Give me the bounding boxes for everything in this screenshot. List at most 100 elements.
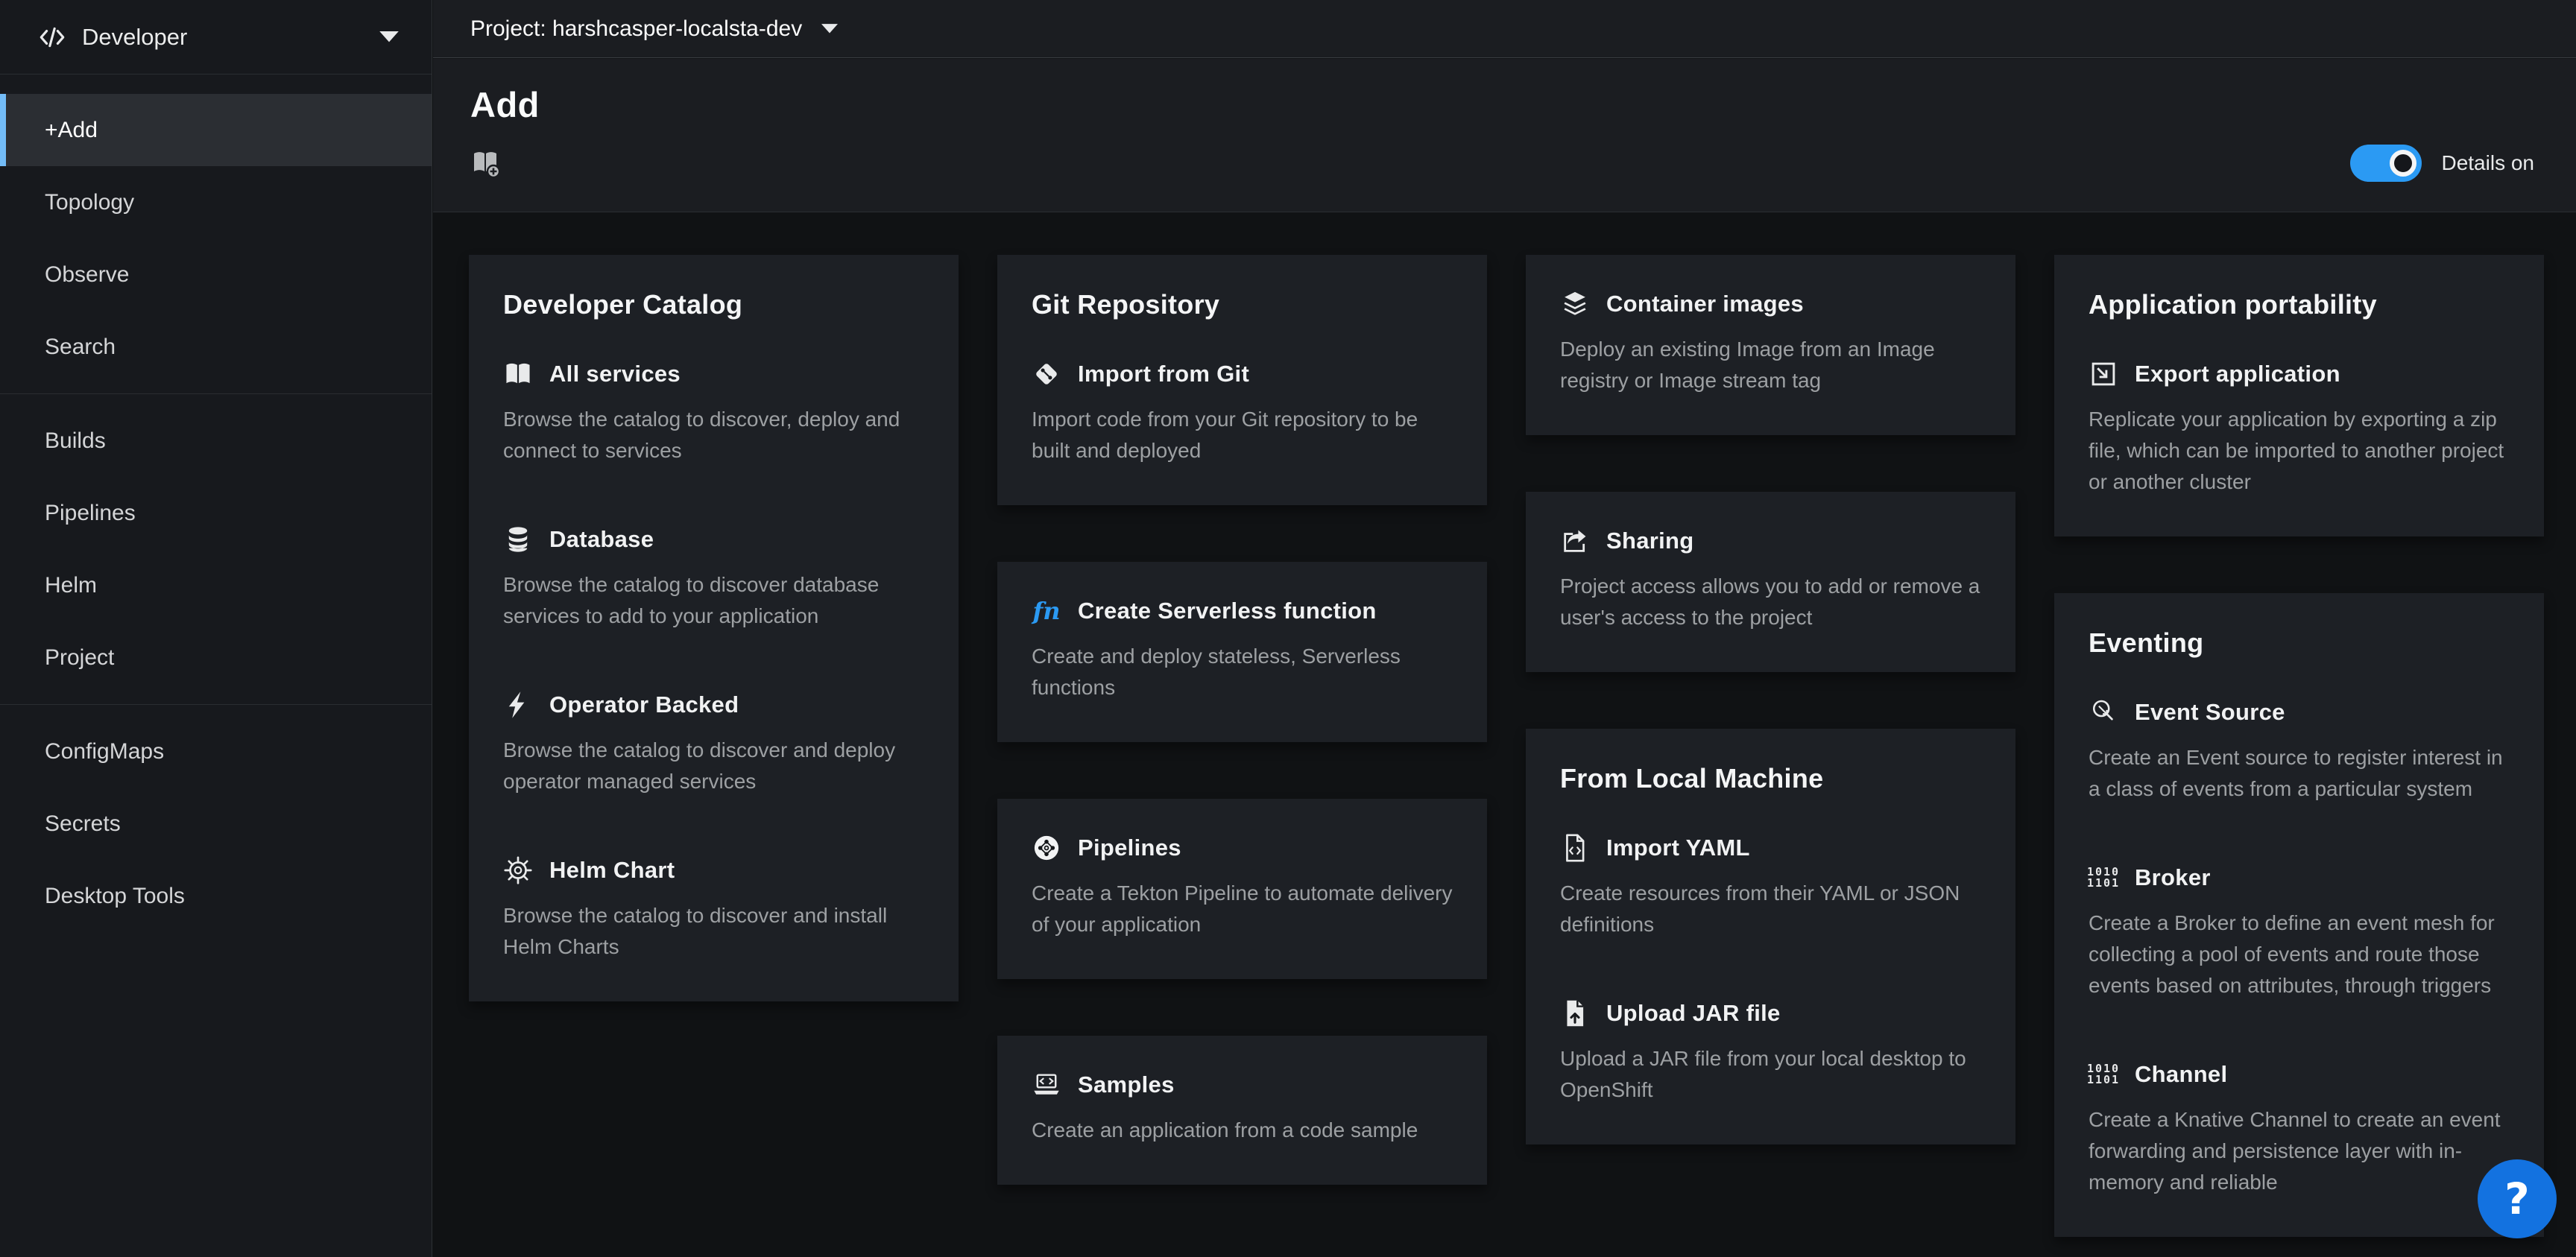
git-icon xyxy=(1032,359,1061,389)
card-git-repository: Git Repository Import from Git Import code… xyxy=(997,255,1487,505)
add-item-title: Upload JAR file xyxy=(1606,1000,1781,1027)
add-item-title: Samples xyxy=(1078,1071,1175,1098)
card-column: Application portability Export applicatio… xyxy=(2054,255,2544,1257)
add-item-description: Create resources from their YAML or JSON… xyxy=(1560,878,1981,940)
upload-file-icon xyxy=(1560,998,1590,1028)
add-item-description: Create a Broker to define an event mesh … xyxy=(2089,908,2510,1001)
add-item-title: Database xyxy=(549,526,654,553)
add-item-title: Create Serverless function xyxy=(1078,598,1377,624)
card-columns: Developer Catalog All services Browse the … xyxy=(469,255,2544,1257)
sidebar-item-add[interactable]: +Add xyxy=(0,94,432,166)
add-item-title: Broker xyxy=(2135,864,2211,891)
add-item-container-images[interactable]: Container images Deploy an existing Image… xyxy=(1560,289,1981,396)
add-item-description: Browse the catalog to discover and insta… xyxy=(503,900,924,963)
add-item-event-source[interactable]: Event Source Create an Event source to re… xyxy=(2089,697,2510,805)
helm-icon xyxy=(503,855,533,885)
export-icon xyxy=(2089,359,2118,389)
sidebar-item-secrets[interactable]: Secrets xyxy=(0,788,432,860)
add-item-title: Import from Git xyxy=(1078,361,1249,387)
container-icon xyxy=(1560,289,1590,319)
add-item-sharing[interactable]: SharingProject access allows you to add … xyxy=(1560,526,1981,633)
question-mark-icon: ? xyxy=(2504,1174,2530,1224)
add-item-title: Operator Backed xyxy=(549,691,739,718)
add-item-samples[interactable]: Samples Create an application from a code… xyxy=(1032,1070,1453,1146)
book-icon xyxy=(503,359,533,389)
add-item-broker[interactable]: 10101101BrokerCreate a Broker to define … xyxy=(2089,863,2510,1001)
add-item-export-application[interactable]: Export applicationReplicate your applica… xyxy=(2089,359,2510,498)
sidebar-section-divider xyxy=(0,393,432,394)
channel-icon: 10101101 xyxy=(2089,1060,2118,1089)
sidebar-nav: +AddTopologyObserveSearch BuildsPipelines… xyxy=(0,75,432,932)
database-icon xyxy=(503,525,533,554)
add-item-description: Create a Knative Channel to create an ev… xyxy=(2089,1104,2510,1198)
sidebar-section-divider xyxy=(0,704,432,705)
add-item-all-services[interactable]: All services Browse the catalog to discov… xyxy=(503,359,924,466)
project-selector-label: Project: harshcasper-localsta-dev xyxy=(470,16,802,42)
add-item-description: Upload a JAR file from your local deskto… xyxy=(1560,1043,1981,1106)
page-header: Add Details on xyxy=(433,59,2576,212)
sidebar: Developer +AddTopologyObserveSearch Build… xyxy=(0,0,432,1257)
add-item-description: Create an application from a code sample xyxy=(1032,1115,1453,1146)
add-item-operator-backed[interactable]: Operator Backed Browse the catalog to dis… xyxy=(503,690,924,797)
chevron-down-icon xyxy=(821,24,838,34)
card-eventing: Eventing Event Source Create an Event sour… xyxy=(2054,593,2544,1237)
add-item-description: Deploy an existing Image from an Image r… xyxy=(1560,334,1981,396)
project-selector[interactable]: Project: harshcasper-localsta-dev xyxy=(433,0,2576,58)
function-icon: fn xyxy=(1032,596,1061,626)
card-title: Git Repository xyxy=(1032,289,1453,320)
add-item-title: Pipelines xyxy=(1078,835,1181,861)
add-item-import-from-git[interactable]: Import from Git Import code from your Git… xyxy=(1032,359,1453,466)
sidebar-item-helm[interactable]: Helm xyxy=(0,549,432,621)
add-item-description: Browse the catalog to discover, deploy a… xyxy=(503,404,924,466)
add-item-channel[interactable]: 10101101 Channel Create a Knative Channel … xyxy=(2089,1060,2510,1198)
card-title: Developer Catalog xyxy=(503,289,924,320)
add-item-title: All services xyxy=(549,361,681,387)
sidebar-item-topology[interactable]: Topology xyxy=(0,166,432,238)
add-page-content: Developer Catalog All services Browse the … xyxy=(433,213,2576,1257)
add-item-description: Create an Event source to register inter… xyxy=(2089,742,2510,805)
card-column: Container images Deploy an existing Image… xyxy=(1526,255,2015,1257)
add-item-title: Event Source xyxy=(2135,699,2285,726)
card-application-portability: Application portability Export applicatio… xyxy=(2054,255,2544,536)
card-developer-catalog: Developer Catalog All services Browse the … xyxy=(469,255,959,1001)
sidebar-item-pipelines[interactable]: Pipelines xyxy=(0,477,432,549)
guided-tour-book-plus-icon[interactable] xyxy=(470,145,500,181)
samples-icon xyxy=(1032,1070,1061,1100)
card-from-local-machine: From Local Machine Import YAML Create reso… xyxy=(1526,729,2015,1144)
add-item-description: Project access allows you to add or remo… xyxy=(1560,571,1981,633)
add-item-database[interactable]: Database Browse the catalog to discover d… xyxy=(503,525,924,632)
card-title: Application portability xyxy=(2089,289,2510,320)
sidebar-item-desktop-tools[interactable]: Desktop Tools xyxy=(0,860,432,932)
page-title: Add xyxy=(470,84,2534,125)
add-item-helm-chart[interactable]: Helm Chart Browse the catalog to discover… xyxy=(503,855,924,963)
add-item-title: Import YAML xyxy=(1606,835,1750,861)
add-item-title: Helm Chart xyxy=(549,857,675,884)
sidebar-item-observe[interactable]: Observe xyxy=(0,238,432,311)
details-toggle-knob xyxy=(2390,150,2416,177)
add-item-description: Browse the catalog to discover and deplo… xyxy=(503,735,924,797)
yaml-file-icon xyxy=(1560,833,1590,863)
event-source-icon xyxy=(2089,697,2118,727)
add-item-pipelines[interactable]: PipelinesCreate a Tekton Pipeline to aut… xyxy=(1032,833,1453,940)
add-item-description: Replicate your application by exporting … xyxy=(2089,404,2510,498)
add-item-description: Import code from your Git repository to … xyxy=(1032,404,1453,466)
card-title: From Local Machine xyxy=(1560,763,1981,794)
card-title: Eventing xyxy=(2089,627,2510,659)
bolt-icon xyxy=(503,690,533,720)
add-item-title: Container images xyxy=(1606,291,1804,317)
sidebar-item-builds[interactable]: Builds xyxy=(0,405,432,477)
add-item-create-serverless-function[interactable]: fnCreate Serverless functionCreate and d… xyxy=(1032,596,1453,703)
pipelines-icon xyxy=(1032,833,1061,863)
details-toggle[interactable] xyxy=(2350,145,2422,182)
perspective-switcher[interactable]: Developer xyxy=(0,0,432,75)
share-icon xyxy=(1560,526,1590,556)
help-button[interactable]: ? xyxy=(2478,1159,2557,1238)
add-item-upload-jar-file[interactable]: Upload JAR file Upload a JAR file from yo… xyxy=(1560,998,1981,1106)
add-item-import-yaml[interactable]: Import YAML Create resources from their Y… xyxy=(1560,833,1981,940)
sidebar-item-search[interactable]: Search xyxy=(0,311,432,383)
add-item-title: Channel xyxy=(2135,1061,2227,1088)
sidebar-item-project[interactable]: Project xyxy=(0,621,432,694)
sidebar-item-configmaps[interactable]: ConfigMaps xyxy=(0,715,432,788)
add-item-description: Browse the catalog to discover database … xyxy=(503,569,924,632)
card-pipelines: PipelinesCreate a Tekton Pipeline to aut… xyxy=(997,799,1487,979)
